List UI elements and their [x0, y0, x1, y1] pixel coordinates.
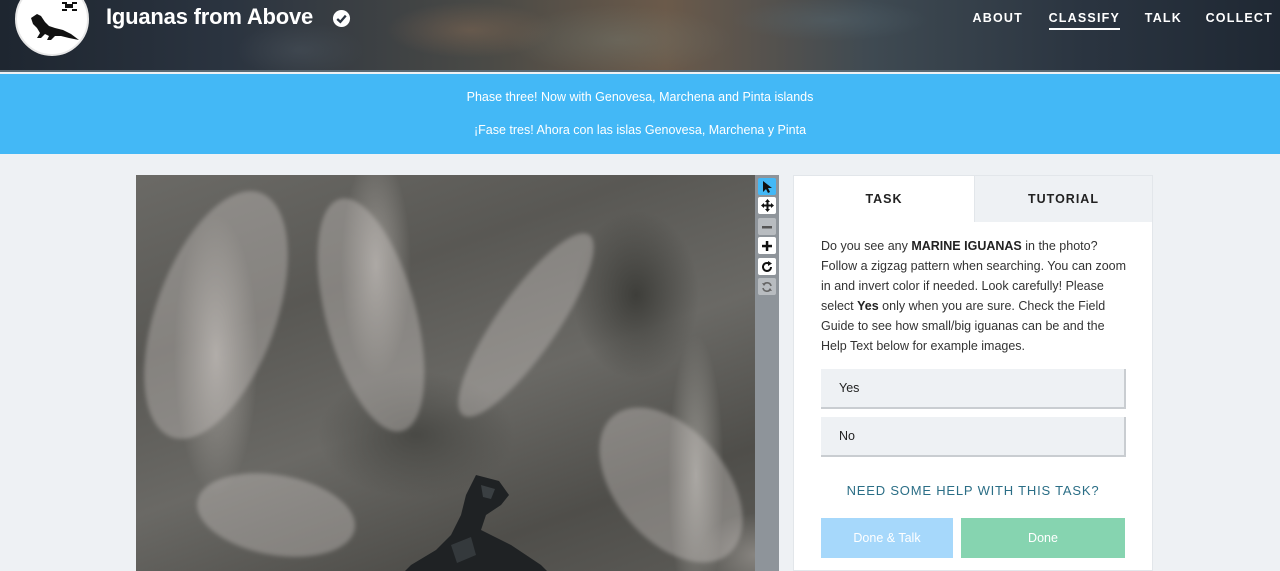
zoom-in-button[interactable] [758, 237, 776, 254]
dark-rock-shape [405, 475, 547, 571]
pointer-tool-button[interactable] [758, 178, 776, 195]
question-emphasis: Yes [857, 299, 879, 313]
done-and-talk-button[interactable]: Done & Talk [821, 518, 953, 558]
banner-message-en: Phase three! Now with Genovesa, Marchena… [466, 90, 814, 104]
verified-badge-icon [332, 9, 351, 28]
answer-yes[interactable]: Yes [821, 369, 1126, 409]
image-texture [296, 187, 446, 443]
project-title[interactable]: Iguanas from Above [106, 4, 313, 30]
task-help-link[interactable]: NEED SOME HELP WITH THIS TASK? [794, 483, 1152, 498]
zoom-out-button[interactable] [758, 218, 776, 235]
viewer-toolbar [755, 175, 779, 571]
image-texture [136, 175, 317, 458]
move-tool-button[interactable] [758, 197, 776, 214]
nav-talk[interactable]: TALK [1145, 11, 1182, 25]
image-texture [190, 461, 362, 569]
question-text: Do you see any [821, 239, 912, 253]
reset-button[interactable] [758, 278, 776, 295]
done-button[interactable]: Done [961, 518, 1125, 558]
task-question: Do you see any MARINE IGUANAS in the pho… [821, 236, 1131, 356]
nav-classify[interactable]: CLASSIFY [1048, 11, 1120, 30]
nav-collect[interactable]: COLLECT [1206, 11, 1273, 25]
pointer-icon [763, 180, 772, 193]
answer-no[interactable]: No [821, 417, 1126, 457]
tab-tutorial[interactable]: TUTORIAL [974, 176, 1152, 222]
zoom-out-icon [762, 225, 772, 228]
question-emphasis: MARINE IGUANAS [911, 239, 1022, 253]
rotate-icon [762, 260, 772, 272]
image-texture [438, 217, 614, 433]
subject-image[interactable] [136, 175, 755, 571]
reset-icon [762, 281, 772, 292]
task-tabs: TASK TUTORIAL [794, 176, 1152, 222]
move-icon [760, 199, 774, 212]
zoom-in-icon [762, 240, 772, 251]
nav-about[interactable]: ABOUT [973, 11, 1023, 25]
tab-task[interactable]: TASK [794, 176, 974, 222]
task-panel: TASK TUTORIAL Do you see any MARINE IGUA… [793, 175, 1153, 571]
banner-message-es: ¡Fase tres! Ahora con las islas Genovesa… [473, 123, 807, 137]
rotate-button[interactable] [758, 258, 776, 275]
image-texture [571, 380, 755, 571]
project-header: Iguanas from Above ABOUT CLASSIFY TALK C… [0, 0, 1280, 72]
iguana-drone-logo [31, 2, 79, 40]
announcement-banner: Phase three! Now with Genovesa, Marchena… [0, 74, 1280, 154]
